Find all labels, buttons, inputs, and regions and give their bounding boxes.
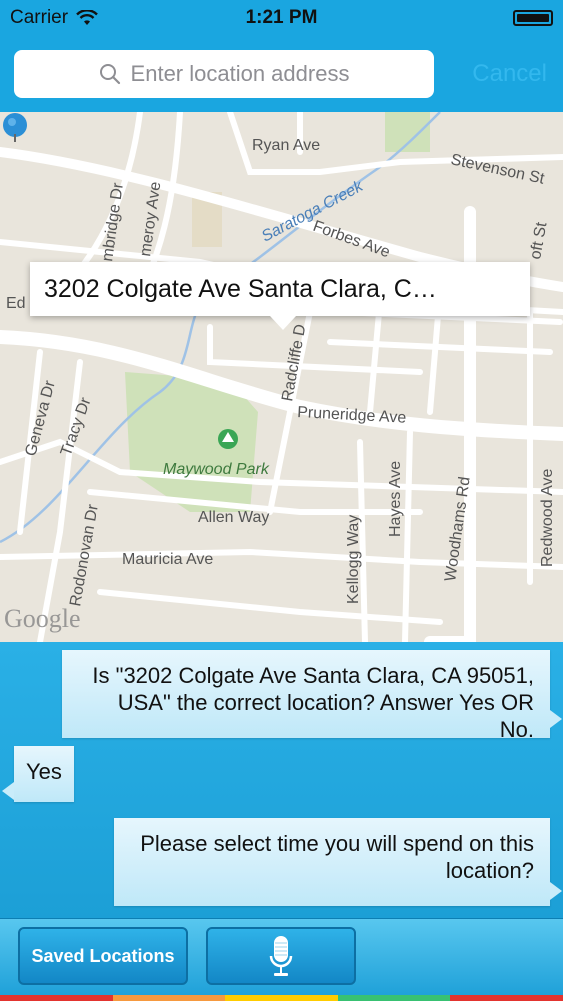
saved-locations-button[interactable]: Saved Locations	[18, 927, 188, 985]
side-road-6	[367, 299, 383, 415]
battery-icon	[513, 10, 553, 26]
search-icon	[99, 64, 120, 85]
chat-message-text: Please select time you will spend on thi…	[140, 831, 534, 883]
status-bar: Carrier 1:21 PM	[0, 0, 563, 36]
map-label-oft: oft St	[527, 220, 550, 260]
side-road-9	[97, 589, 443, 625]
chat-message-3: Please select time you will spend on thi…	[114, 818, 550, 906]
map-label-ryan: Ryan Ave	[252, 137, 320, 154]
chat-message-text: Is "3202 Colgate Ave Santa Clara, CA 950…	[92, 663, 534, 742]
location-pin-icon[interactable]	[0, 112, 30, 142]
search-placeholder: Enter location address	[130, 61, 350, 86]
chat-message-1: Is "3202 Colgate Ave Santa Clara, CA 950…	[62, 650, 550, 742]
map-label-ed: Ed	[6, 295, 26, 312]
location-search-input[interactable]: Enter location address	[14, 50, 434, 98]
map-label-kellogg: Kellogg Way	[345, 515, 362, 604]
chat-message-2: Yes	[14, 746, 74, 802]
map-canvas: Ryan Ave Stevenson St Saratoga Creek For…	[0, 112, 563, 642]
chat-tail	[550, 710, 562, 728]
map-label-pruneridge: Pruneridge Ave	[297, 404, 407, 427]
map-label-maywood: Maywood Park	[163, 461, 270, 478]
bottom-toolbar: Saved Locations	[0, 918, 563, 1001]
chat-tail	[550, 882, 562, 900]
side-road-5	[327, 339, 553, 355]
map-label-tracy: Tracy Dr	[58, 395, 95, 459]
map-label-forbes: Forbes Ave	[311, 218, 393, 262]
map-view[interactable]: Ryan Ave Stevenson St Saratoga Creek For…	[0, 112, 563, 642]
google-logo: Google	[4, 604, 81, 633]
map-label-hayes: Hayes Ave	[387, 461, 404, 537]
chat-area[interactable]: Is "3202 Colgate Ave Santa Clara, CA 950…	[0, 642, 563, 920]
map-label-mauricia: Mauricia Ave	[122, 551, 213, 568]
search-header: Enter location address Cancel	[0, 36, 563, 112]
callout-arrow	[270, 316, 296, 330]
address-callout[interactable]: 3202 Colgate Ave Santa Clara, C…	[30, 262, 530, 316]
map-label-allen: Allen Way	[198, 509, 269, 526]
microphone-icon	[269, 936, 293, 976]
status-time: 1:21 PM	[245, 7, 318, 28]
hayes-ave-road	[402, 429, 413, 642]
map-label-redwood: Redwood Ave	[539, 468, 556, 567]
cancel-button[interactable]: Cancel	[472, 60, 547, 88]
chat-message-text: Yes	[26, 759, 62, 784]
chat-tail	[2, 782, 14, 800]
color-strip	[0, 995, 563, 1001]
park-area	[385, 112, 430, 152]
microphone-button[interactable]	[206, 927, 356, 985]
map-label-cambridge: mbridge Dr	[99, 181, 127, 262]
side-road-2	[207, 324, 423, 375]
